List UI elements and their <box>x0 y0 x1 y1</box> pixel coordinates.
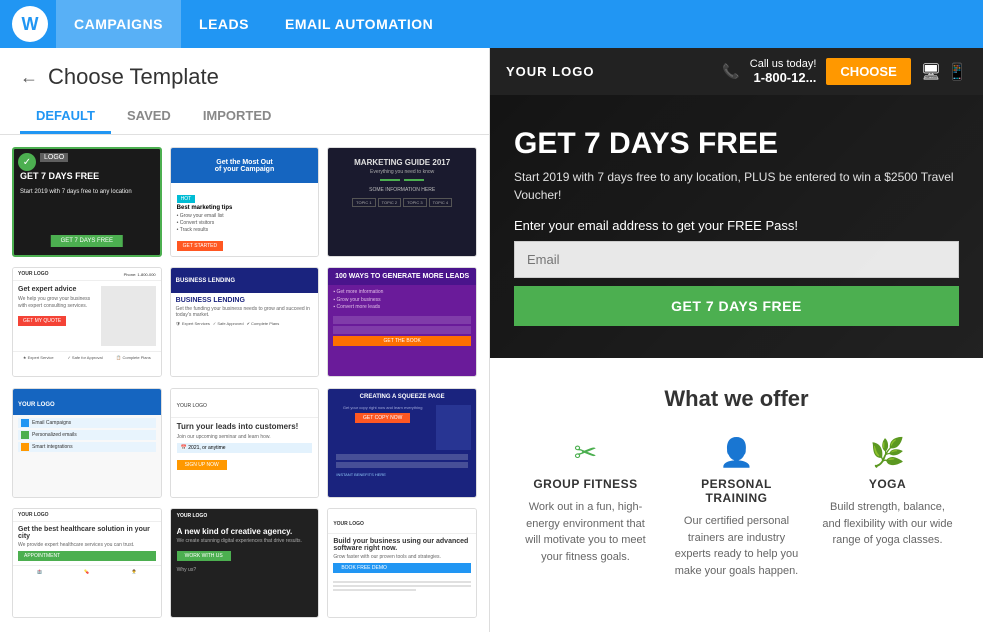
offer-desc-personal-training: Our certified personal trainers are indu… <box>669 513 805 579</box>
email-input[interactable] <box>514 241 959 278</box>
personal-training-icon: 👤 <box>669 436 805 469</box>
back-row: ← Choose Template <box>20 64 469 90</box>
template-card-8[interactable]: YOUR LOGO Turn your leads into customers… <box>170 388 320 498</box>
preview-offer-section: What we offer ✂ GROUP FITNESS Work out i… <box>490 358 983 607</box>
phone-icon: 📞 <box>722 63 739 80</box>
nav-item-campaigns[interactable]: CAMPAIGNS <box>56 0 181 48</box>
preview-logo-text: YOUR LOGO <box>506 64 594 79</box>
preview-header: YOUR LOGO 📞 Call us today! 1-800-12... C… <box>490 48 983 95</box>
offer-desc-group-fitness: Work out in a fun, high-energy environme… <box>518 499 654 565</box>
nav-item-email-automation[interactable]: EMAIL AUTOMATION <box>267 0 451 48</box>
template-card-1[interactable]: ✓ LOGO GET 7 DAYS FREE Start 2019 with 7… <box>12 147 162 257</box>
template-tabs: DEFAULT SAVED IMPORTED <box>20 100 469 134</box>
template-grid: ✓ LOGO GET 7 DAYS FREE Start 2019 with 7… <box>0 135 489 632</box>
app-logo: W <box>12 6 48 42</box>
template-card-3[interactable]: MARKETING GUIDE 2017 Everything you need… <box>327 147 477 257</box>
nav-items: CAMPAIGNS LEADS EMAIL AUTOMATION <box>56 0 451 48</box>
view-toggle-icons: 🖥 📱 <box>921 62 967 82</box>
offer-item-yoga: 🌿 YOGA Build strength, balance, and flex… <box>820 436 956 579</box>
hero-form-label: Enter your email address to get your FRE… <box>514 218 959 233</box>
template-card-9[interactable]: CREATING A SQUEEZE PAGE Get your copy ri… <box>327 388 477 498</box>
main-layout: ← Choose Template DEFAULT SAVED IMPORTED… <box>0 48 983 632</box>
preview-header-right: 📞 Call us today! 1-800-12... CHOOSE 🖥 📱 <box>722 58 967 85</box>
preview-hero-content: GET 7 DAYS FREE Start 2019 with 7 days f… <box>514 127 959 326</box>
tab-saved[interactable]: SAVED <box>111 100 187 134</box>
mobile-view-icon[interactable]: 📱 <box>947 62 967 82</box>
offer-item-group-fitness: ✂ GROUP FITNESS Work out in a fun, high-… <box>518 436 654 579</box>
hero-headline: GET 7 DAYS FREE <box>514 127 959 160</box>
top-navigation: W CAMPAIGNS LEADS EMAIL AUTOMATION <box>0 0 983 48</box>
template-card-7[interactable]: YOUR LOGO Email Campaigns Personalized e… <box>12 388 162 498</box>
offer-label-group-fitness: GROUP FITNESS <box>518 477 654 491</box>
template-card-12[interactable]: YOUR LOGO Build your business using our … <box>327 508 477 618</box>
choose-template-button[interactable]: CHOOSE <box>826 58 910 85</box>
tab-imported[interactable]: IMPORTED <box>187 100 288 134</box>
template-card-4[interactable]: YOUR LOGO Phone: 1-800-000 Get expert ad… <box>12 267 162 377</box>
group-fitness-icon: ✂ <box>518 436 654 469</box>
offer-label-personal-training: PERSONAL TRAINING <box>669 477 805 505</box>
offer-items: ✂ GROUP FITNESS Work out in a fun, high-… <box>510 436 963 579</box>
back-button[interactable]: ← <box>20 67 38 88</box>
template-card-10[interactable]: YOUR LOGO Get the best healthcare soluti… <box>12 508 162 618</box>
left-header: ← Choose Template DEFAULT SAVED IMPORTED <box>0 48 489 135</box>
right-panel: YOUR LOGO 📞 Call us today! 1-800-12... C… <box>490 48 983 632</box>
offer-title: What we offer <box>510 386 963 412</box>
yoga-icon: 🌿 <box>820 436 956 469</box>
template-card-5[interactable]: BUSINESS LENDING BUSINESS LENDING Get th… <box>170 267 320 377</box>
left-panel: ← Choose Template DEFAULT SAVED IMPORTED… <box>0 48 490 632</box>
desktop-view-icon[interactable]: 🖥 <box>921 62 941 82</box>
selected-check-icon: ✓ <box>18 153 36 171</box>
template-card-2[interactable]: Get the Most Outof your Campaign HOT Bes… <box>170 147 320 257</box>
offer-label-yoga: YOGA <box>820 477 956 491</box>
hero-cta-button[interactable]: GET 7 DAYS FREE <box>514 286 959 326</box>
tab-default[interactable]: DEFAULT <box>20 100 111 134</box>
offer-item-personal-training: 👤 PERSONAL TRAINING Our certified person… <box>669 436 805 579</box>
template-card-6[interactable]: 100 WAYS TO GENERATE MORE LEADS Get more… <box>327 267 477 377</box>
hero-subtext: Start 2019 with 7 days free to any locat… <box>514 168 959 204</box>
preview-call-info: Call us today! 1-800-12... <box>750 58 817 85</box>
offer-desc-yoga: Build strength, balance, and flexibility… <box>820 499 956 549</box>
nav-item-leads[interactable]: LEADS <box>181 0 267 48</box>
preview-hero-section: GET 7 DAYS FREE Start 2019 with 7 days f… <box>490 95 983 358</box>
template-card-11[interactable]: YOUR LOGO A new kind of creative agency.… <box>170 508 320 618</box>
page-title: Choose Template <box>48 64 219 90</box>
